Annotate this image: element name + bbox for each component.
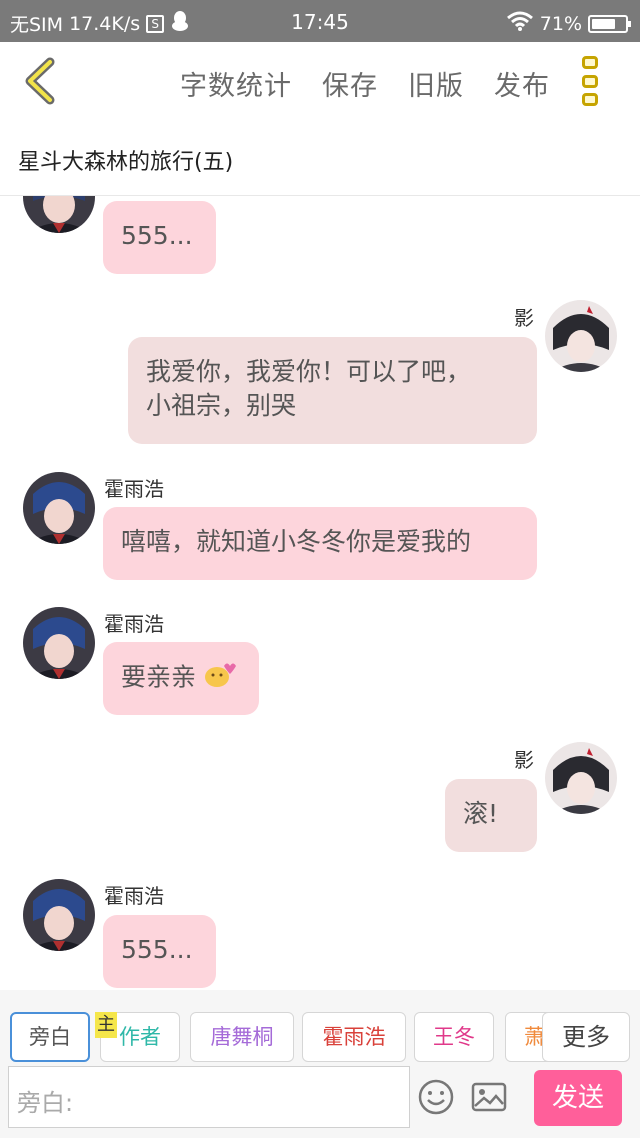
- wifi-icon: [506, 10, 534, 37]
- sender-name: 霍雨浩: [104, 884, 164, 908]
- publish-button[interactable]: 发布: [494, 64, 550, 103]
- save-button[interactable]: 保存: [322, 64, 378, 103]
- message-bubble: 555...: [103, 915, 216, 988]
- avatar[interactable]: [23, 472, 95, 544]
- more-roles-button[interactable]: 更多: [542, 1012, 630, 1062]
- send-button[interactable]: 发送: [534, 1070, 622, 1126]
- role-label: 唐舞桐: [210, 1025, 274, 1049]
- role-tang-wutong[interactable]: 唐舞桐: [190, 1012, 294, 1062]
- sender-name: 霍雨浩: [104, 612, 164, 636]
- title-bar: 星斗大森林的旅行(五): [0, 122, 640, 196]
- avatar[interactable]: [23, 607, 95, 679]
- input-bar: 旁白: 发送: [0, 1062, 640, 1138]
- battery-icon: [588, 14, 631, 33]
- word-count-button[interactable]: 字数统计: [180, 64, 292, 103]
- avatar[interactable]: [545, 300, 617, 372]
- emoji-icon: [418, 1079, 454, 1115]
- back-button[interactable]: [18, 56, 68, 106]
- role-label: 旁白: [29, 1025, 71, 1049]
- role-label: 王冬: [433, 1025, 475, 1049]
- story-title: 星斗大森林的旅行(五): [18, 150, 234, 175]
- emoji-button[interactable]: [417, 1078, 455, 1116]
- role-wang-dong[interactable]: 王冬: [414, 1012, 494, 1062]
- sender-name: 影: [514, 748, 534, 772]
- role-narration[interactable]: 旁白: [10, 1012, 90, 1062]
- chat-area[interactable]: 555... 影 我爱你，我爱你！可以了吧， 小祖宗，别哭 霍雨浩 嘻嘻，就知道…: [0, 196, 640, 990]
- role-label: 霍雨浩: [322, 1025, 386, 1049]
- author-badge: 主: [95, 1012, 117, 1038]
- status-bar: 无SIM 17.4K/s S 17:45 71%: [0, 0, 640, 42]
- message-bubble: 滚!: [445, 779, 537, 852]
- toolbar-actions: 字数统计 保存 旧版 发布: [180, 64, 550, 103]
- avatar[interactable]: [545, 742, 617, 814]
- sender-name: 影: [514, 306, 534, 330]
- message-text: 滚!: [463, 799, 499, 828]
- message-text: 555...: [121, 935, 193, 964]
- message-bubble: 要亲亲: [103, 642, 259, 715]
- editor-toolbar: 字数统计 保存 旧版 发布: [0, 42, 640, 122]
- more-vertical-icon[interactable]: [582, 56, 600, 106]
- status-right: 71%: [506, 10, 631, 37]
- message-text: 555...: [121, 221, 193, 250]
- avatar[interactable]: [23, 196, 95, 233]
- image-button[interactable]: [470, 1078, 508, 1116]
- message-input[interactable]: 旁白:: [8, 1066, 410, 1128]
- avatar[interactable]: [23, 879, 95, 951]
- image-icon: [471, 1082, 507, 1112]
- message-bubble: 嘻嘻，就知道小冬冬你是爱我的: [103, 507, 537, 580]
- old-version-button[interactable]: 旧版: [408, 64, 464, 103]
- role-huo-yuhao[interactable]: 霍雨浩: [302, 1012, 406, 1062]
- message-text: 嘻嘻，就知道小冬冬你是爱我的: [121, 527, 472, 556]
- sender-name: 霍雨浩: [104, 477, 164, 501]
- message-text-line: 我爱你，我爱你！可以了吧，: [146, 357, 472, 386]
- battery-percent: 71%: [539, 12, 582, 35]
- message-bubble: 555...: [103, 201, 216, 274]
- message-text: 要亲亲: [121, 662, 197, 692]
- back-icon: [25, 57, 55, 105]
- role-label: 作者: [119, 1025, 161, 1049]
- message-text-line: 小祖宗，别哭: [146, 391, 297, 420]
- message-bubble: 我爱你，我爱你！可以了吧， 小祖宗，别哭: [128, 337, 537, 444]
- kiss-emoji-icon: [204, 660, 236, 697]
